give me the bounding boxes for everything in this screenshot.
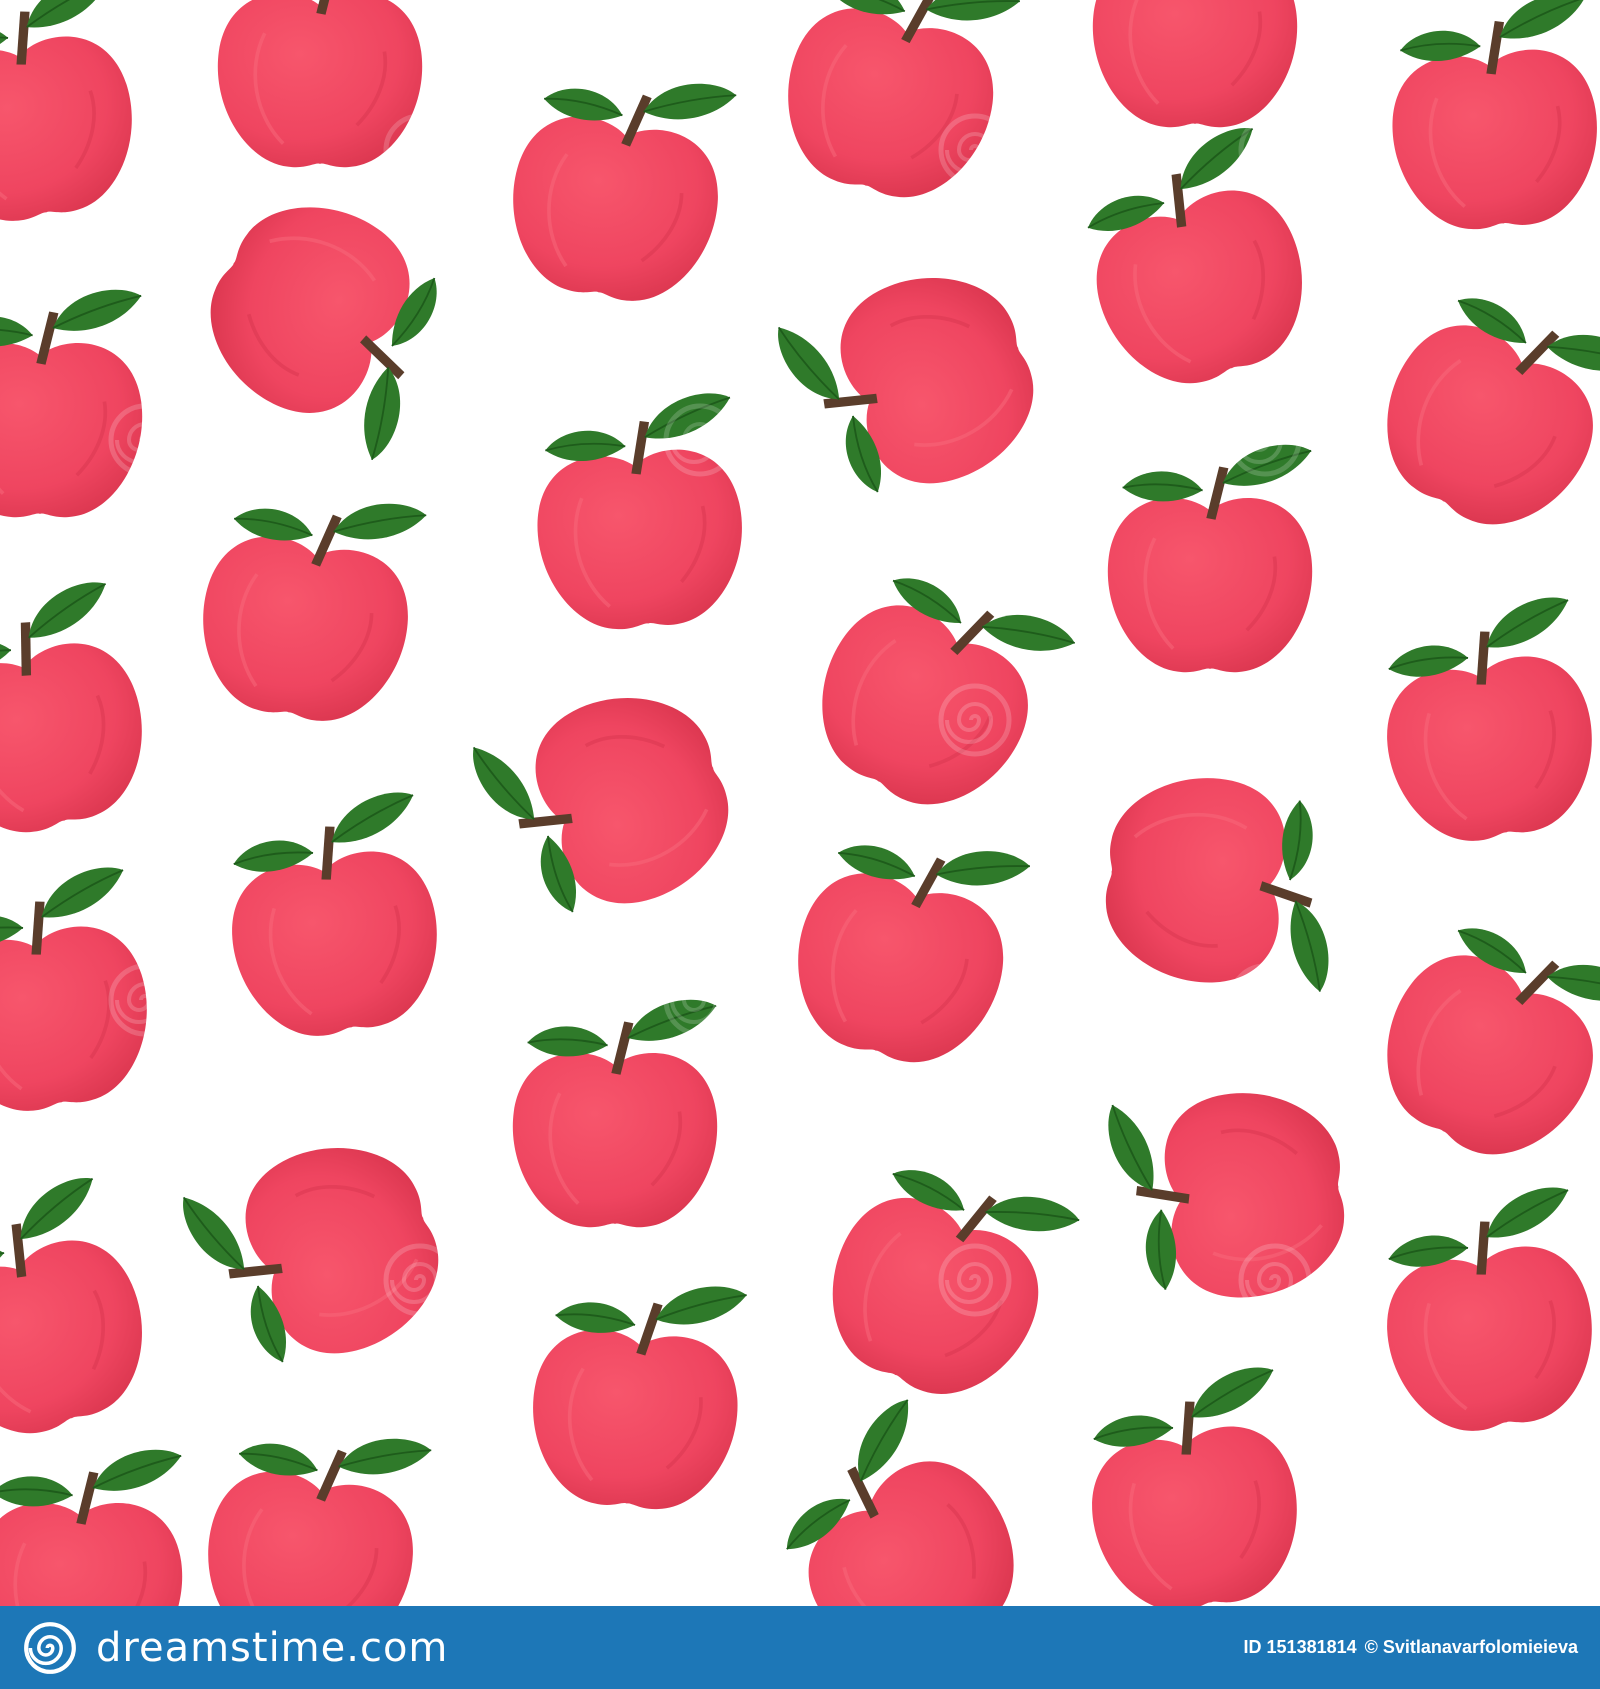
apple-icon (465, 668, 754, 943)
apple-icon (0, 862, 165, 1126)
apple-icon (0, 1170, 172, 1459)
apple-icon (525, 389, 753, 638)
apple-icon (1104, 1082, 1353, 1310)
apple-icon (177, 171, 481, 466)
apple-icon (1380, 0, 1600, 238)
apple-icon (1351, 884, 1600, 1188)
apple-icon (774, 805, 1035, 1083)
watermark-icon (386, 116, 454, 184)
apple-icon (0, 287, 145, 520)
apple-icon (495, 52, 741, 316)
apple-icon (770, 248, 1059, 523)
apple-icon (185, 472, 431, 736)
dreamstime-brand-text[interactable]: dreamstime.com (96, 1625, 448, 1671)
apple-icon (1364, 592, 1600, 856)
apple-icon (215, 0, 425, 170)
image-credit: ID 151381814 © Svitlanavarfolomieieva (1244, 1637, 1578, 1658)
apple-icon (0, 575, 166, 853)
image-canvas: dreamstime.com ID 151381814 © Svitlanava… (0, 0, 1600, 1689)
apple-icon (1057, 120, 1332, 409)
apple-icon (522, 1269, 750, 1518)
apple-icon (1069, 1362, 1315, 1606)
apple-icon (0, 1447, 185, 1606)
image-id-text: ID 151381814 (1243, 1637, 1357, 1657)
apple-icon (1105, 442, 1315, 675)
apple-icon (175, 1118, 464, 1393)
apple-pattern (0, 0, 1600, 1606)
apple-icon (190, 1407, 436, 1606)
apple-icon (1090, 0, 1300, 130)
dreamstime-logo-icon (22, 1620, 78, 1676)
apple-icon (209, 787, 455, 1051)
apple-icon (0, 0, 150, 236)
watermark-icon (386, 686, 454, 754)
dreamstime-footer-bar: dreamstime.com ID 151381814 © Svitlanava… (0, 1606, 1600, 1689)
apple-icon (746, 1392, 1053, 1606)
apple-icon (1364, 1182, 1600, 1446)
watermark-icon (666, 966, 734, 1034)
watermark-icon (1241, 116, 1309, 184)
watermark-icon (1241, 686, 1309, 754)
apple-icon (1097, 767, 1346, 995)
apple-icon (786, 534, 1081, 838)
watermark-icon (1231, 966, 1299, 1034)
author-credit-text: © Svitlanavarfolomieieva (1364, 1637, 1578, 1657)
apple-icon (1351, 254, 1600, 558)
